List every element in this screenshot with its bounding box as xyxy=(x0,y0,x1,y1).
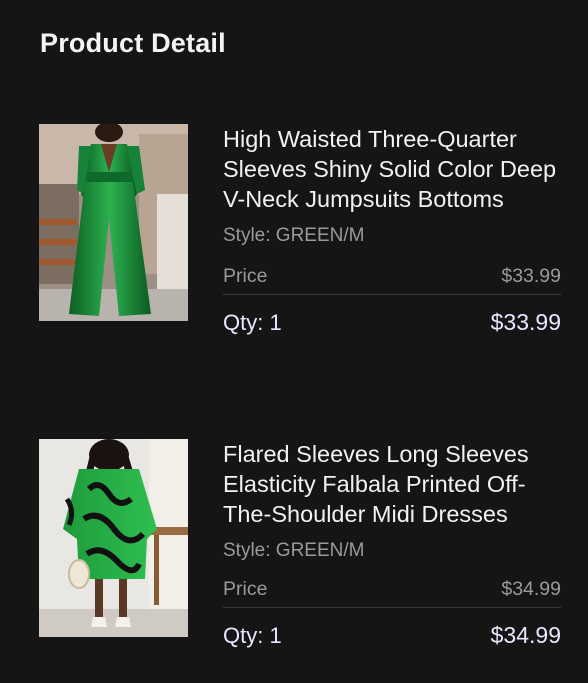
price-row: Price $33.99 xyxy=(223,265,561,295)
product-name[interactable]: Flared Sleeves Long Sleeves Elasticity F… xyxy=(223,439,561,529)
product-info: High Waisted Three-Quarter Sleeves Shiny… xyxy=(223,124,561,336)
unit-price: $33.99 xyxy=(501,265,561,287)
quantity: Qty: 1 xyxy=(223,623,282,648)
price-row: Price $34.99 xyxy=(223,578,561,608)
product-image[interactable] xyxy=(39,439,188,637)
product-name[interactable]: High Waisted Three-Quarter Sleeves Shiny… xyxy=(223,124,561,214)
qty-row: Qty: 1 $34.99 xyxy=(223,622,561,649)
line-total: $33.99 xyxy=(490,309,561,335)
line-total: $34.99 xyxy=(490,622,561,648)
dress-photo xyxy=(39,439,188,637)
product-info: Flared Sleeves Long Sleeves Elasticity F… xyxy=(223,439,561,649)
page-title: Product Detail xyxy=(40,28,226,58)
product-style: Style: GREEN/M xyxy=(223,540,365,561)
jumpsuit-photo xyxy=(39,124,188,321)
unit-price: $34.99 xyxy=(501,578,561,600)
product-image[interactable] xyxy=(39,124,188,321)
price-label: Price xyxy=(223,578,268,600)
quantity: Qty: 1 xyxy=(223,310,282,335)
product-detail-page: Product Detail High Waisted Three-Quarte… xyxy=(0,0,588,683)
product-style: Style: GREEN/M xyxy=(223,225,365,246)
price-label: Price xyxy=(223,265,268,287)
qty-row: Qty: 1 $33.99 xyxy=(223,309,561,336)
